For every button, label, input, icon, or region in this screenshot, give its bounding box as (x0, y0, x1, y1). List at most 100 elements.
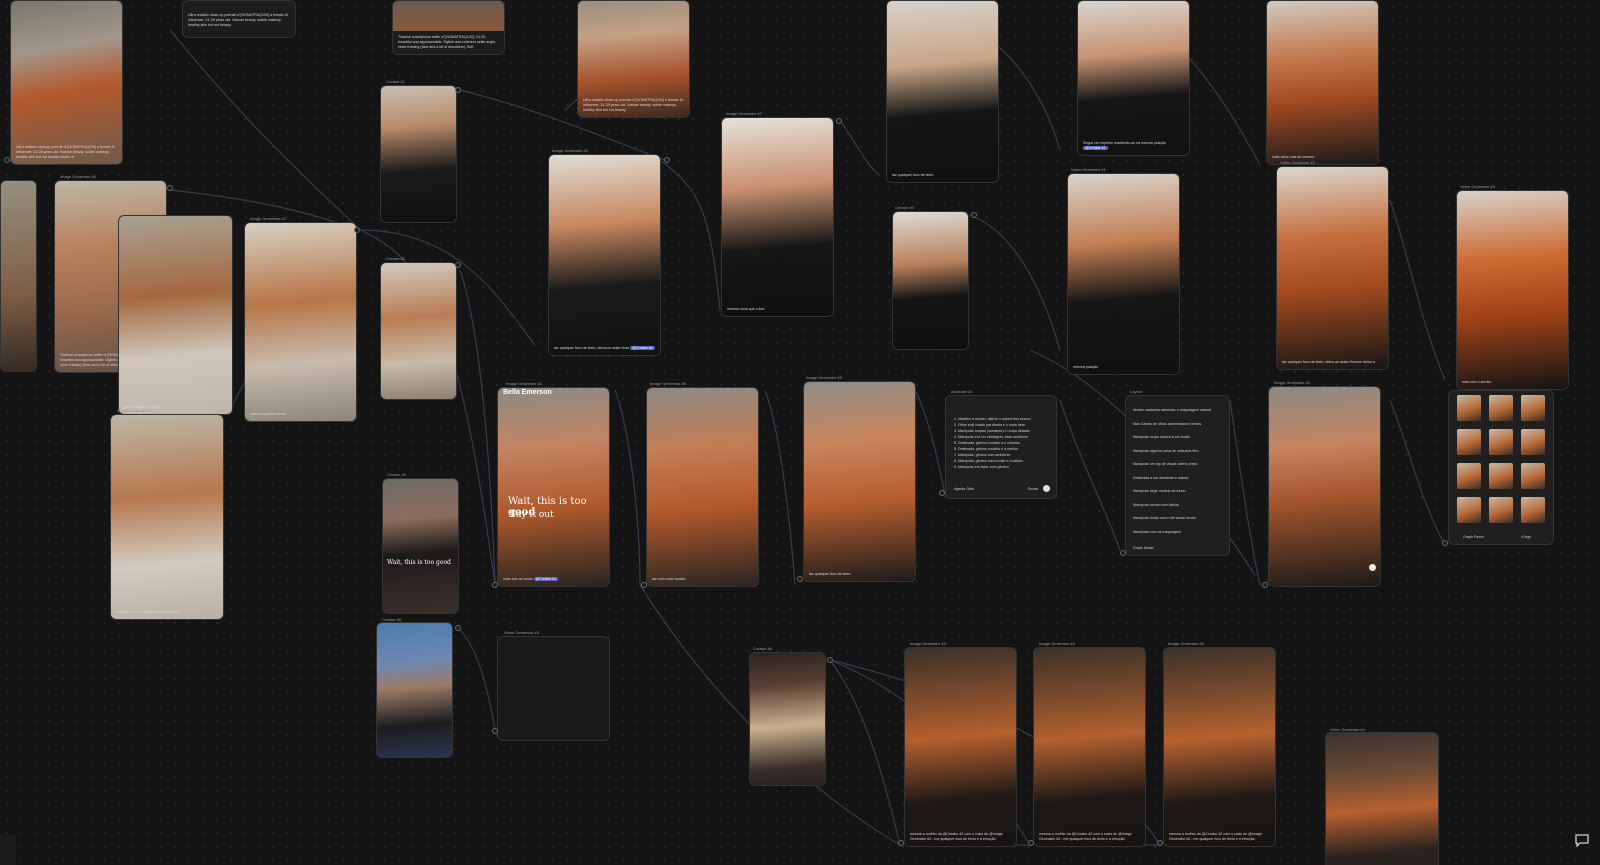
node-port[interactable] (827, 657, 833, 663)
creator-node-5[interactable] (376, 622, 453, 758)
node-port[interactable] (939, 490, 945, 496)
node-caption: mesma a mulher da @Creator #2 com o rost… (910, 832, 1003, 841)
node-port[interactable] (455, 262, 461, 268)
node-graph-canvas[interactable]: Ultra realistic closeup portrait of [NOM… (0, 0, 1600, 865)
image-node-portrait-9[interactable]: faz qualquer foco de texto, deixa-se ass… (548, 154, 661, 356)
image-node-prompt-2[interactable]: "Natural smartphone selfie of [NOMATRAQ1… (392, 0, 505, 55)
portrait-image (111, 415, 223, 619)
node-caption: mesma a mulher da @Creator #2 com o rost… (1039, 832, 1132, 841)
node-port[interactable] (1028, 840, 1034, 846)
portrait-image (11, 1, 122, 164)
node-title: Image Generator #5 (1168, 641, 1204, 646)
node-port[interactable] (664, 157, 670, 163)
portrait-image (1277, 167, 1388, 369)
node-port[interactable] (971, 212, 977, 218)
node-caption: Segue um espelho mantendo-se na mesma po… (1083, 141, 1167, 150)
image-node-portrait-10[interactable]: mesma cena que a foto (721, 117, 834, 317)
node-title: Video Generator #1 (1071, 167, 1106, 172)
node-caption: mas com o sorriso (1462, 380, 1492, 384)
assistant-panel[interactable]: 1. Mantém a mulher, alterar o cabelo lis… (945, 395, 1057, 499)
creator-node-4[interactable]: Wait, this is too good (382, 478, 459, 614)
node-port[interactable] (492, 728, 498, 734)
thumbnail-grid (1457, 395, 1545, 523)
image-node-portrait-8[interactable]: mais fotografia natural (244, 222, 357, 422)
portrait-image (887, 1, 998, 182)
image-node-portrait-4[interactable]: Segue um espelho mantendo-se na mesma po… (1077, 0, 1190, 156)
node-port[interactable] (641, 582, 647, 588)
node-port[interactable] (1442, 540, 1448, 546)
text-node-prompt-1[interactable]: Ultra realistic close-up portrait of [NO… (182, 0, 296, 38)
video-node-2[interactable]: faz qualquer foco de texto, deixa ao ass… (1276, 166, 1389, 370)
node-title: Image Generator #6 (650, 381, 686, 386)
image-node-partial-left[interactable] (0, 180, 37, 372)
image-node-portrait-7[interactable]: mais fotografia natural (118, 215, 233, 415)
image-node-talking-1[interactable]: Bella Emerson Wait, this is too good Say… (497, 387, 610, 587)
node-port[interactable] (455, 87, 461, 93)
portrait-image (245, 223, 356, 421)
node-title: Image Generator #1 (506, 381, 542, 386)
node-port[interactable] (354, 227, 360, 233)
portrait-image (381, 263, 456, 399)
image-node-portrait-2[interactable]: Ultra realistic close-up portrait of [NO… (577, 0, 690, 118)
send-button[interactable]: Enviar (1028, 486, 1038, 492)
node-port[interactable] (797, 576, 803, 582)
node-port[interactable] (167, 185, 173, 191)
node-port[interactable] (1262, 582, 1268, 588)
image-grid-panel[interactable]: Graph Fornix 4 thgs (1448, 390, 1554, 545)
image-node-talking-2[interactable]: faz com rosto focado (646, 387, 759, 587)
image-node-portrait-1[interactable]: Ultra realistic closeup portrait of [NOM… (10, 0, 123, 165)
node-caption: faz com rosto focado (652, 577, 686, 581)
node-caption: mesma cena que a foto (727, 307, 765, 311)
grid-footer-left: Graph Fornix (1463, 535, 1484, 539)
creator-node-1[interactable] (380, 85, 457, 223)
layout-footer: Graph Model (1133, 546, 1154, 550)
image-node-hoodie-2[interactable]: mesma a mulher da @Creator #2 com o rost… (1033, 647, 1146, 847)
node-port[interactable] (1120, 550, 1126, 556)
portrait-image (893, 212, 968, 349)
image-node-portrait-11[interactable]: mesma com a de fotografia fixe ao texto (110, 414, 224, 620)
node-port[interactable] (898, 840, 904, 846)
portrait-image (1034, 648, 1145, 846)
node-caption: Ultra realistic closeup portrait of [NOM… (16, 145, 115, 159)
node-caption: mesma com a de fotografia fixe ao texto (116, 610, 180, 614)
video-node-4[interactable] (1325, 732, 1439, 865)
node-title: Layout (1130, 389, 1143, 394)
node-port[interactable] (4, 157, 10, 163)
portrait-image (1164, 648, 1275, 846)
model-select[interactable]: Agente Grifo (954, 486, 974, 492)
video-node-5[interactable]: mas com o sorriso (1456, 190, 1569, 390)
send-icon[interactable] (1043, 485, 1050, 492)
node-title: Assistant #1 (951, 389, 973, 394)
portrait-image (1068, 174, 1179, 374)
video-node-1[interactable]: mesma posição (1067, 173, 1180, 375)
layout-panel[interactable]: Mulher castanha cabeleira, e maquiagem n… (1125, 395, 1230, 556)
creator-node-3[interactable] (892, 211, 969, 350)
video-node-empty[interactable] (497, 636, 610, 741)
node-caption: mais fotografia natural (250, 412, 286, 416)
chat-icon[interactable] (1574, 833, 1590, 847)
node-title: Image Generator #8 (60, 174, 96, 179)
node-title: Image Generator #5 (1274, 380, 1310, 385)
node-port[interactable] (492, 582, 498, 588)
node-caption: Ultra realistic close-up portrait of [NO… (188, 13, 288, 27)
portrait-image (1, 181, 36, 371)
node-port[interactable] (836, 118, 842, 124)
image-node-hoodie-3[interactable]: mesma a mulher da @Creator #2 com o rost… (1163, 647, 1276, 847)
image-node-portrait-5[interactable]: mais cena rosa do mesmo (1266, 0, 1379, 165)
portrait-image (1269, 387, 1380, 586)
node-title: Creator #6 (753, 646, 772, 651)
node-title: Creator #1 (386, 79, 405, 84)
portrait-image (647, 388, 758, 586)
creator-node-6[interactable] (749, 652, 826, 786)
play-icon[interactable] (1369, 564, 1376, 571)
node-port[interactable] (455, 625, 461, 631)
image-node-talking-4[interactable] (1268, 386, 1381, 587)
node-port[interactable] (1157, 840, 1163, 846)
portrait-image (381, 86, 456, 222)
creator-node-2[interactable] (380, 262, 457, 400)
image-node-portrait-3[interactable]: faz qualquer foco de texto (886, 0, 999, 183)
image-node-hoodie-1[interactable]: mesma a mulher da @Creator #2 com o rost… (904, 647, 1017, 847)
image-node-talking-3[interactable]: faz qualquer foco de texto (803, 381, 916, 582)
node-title: Creator #2 (386, 256, 405, 261)
node-title: Creator #4 (387, 472, 406, 477)
